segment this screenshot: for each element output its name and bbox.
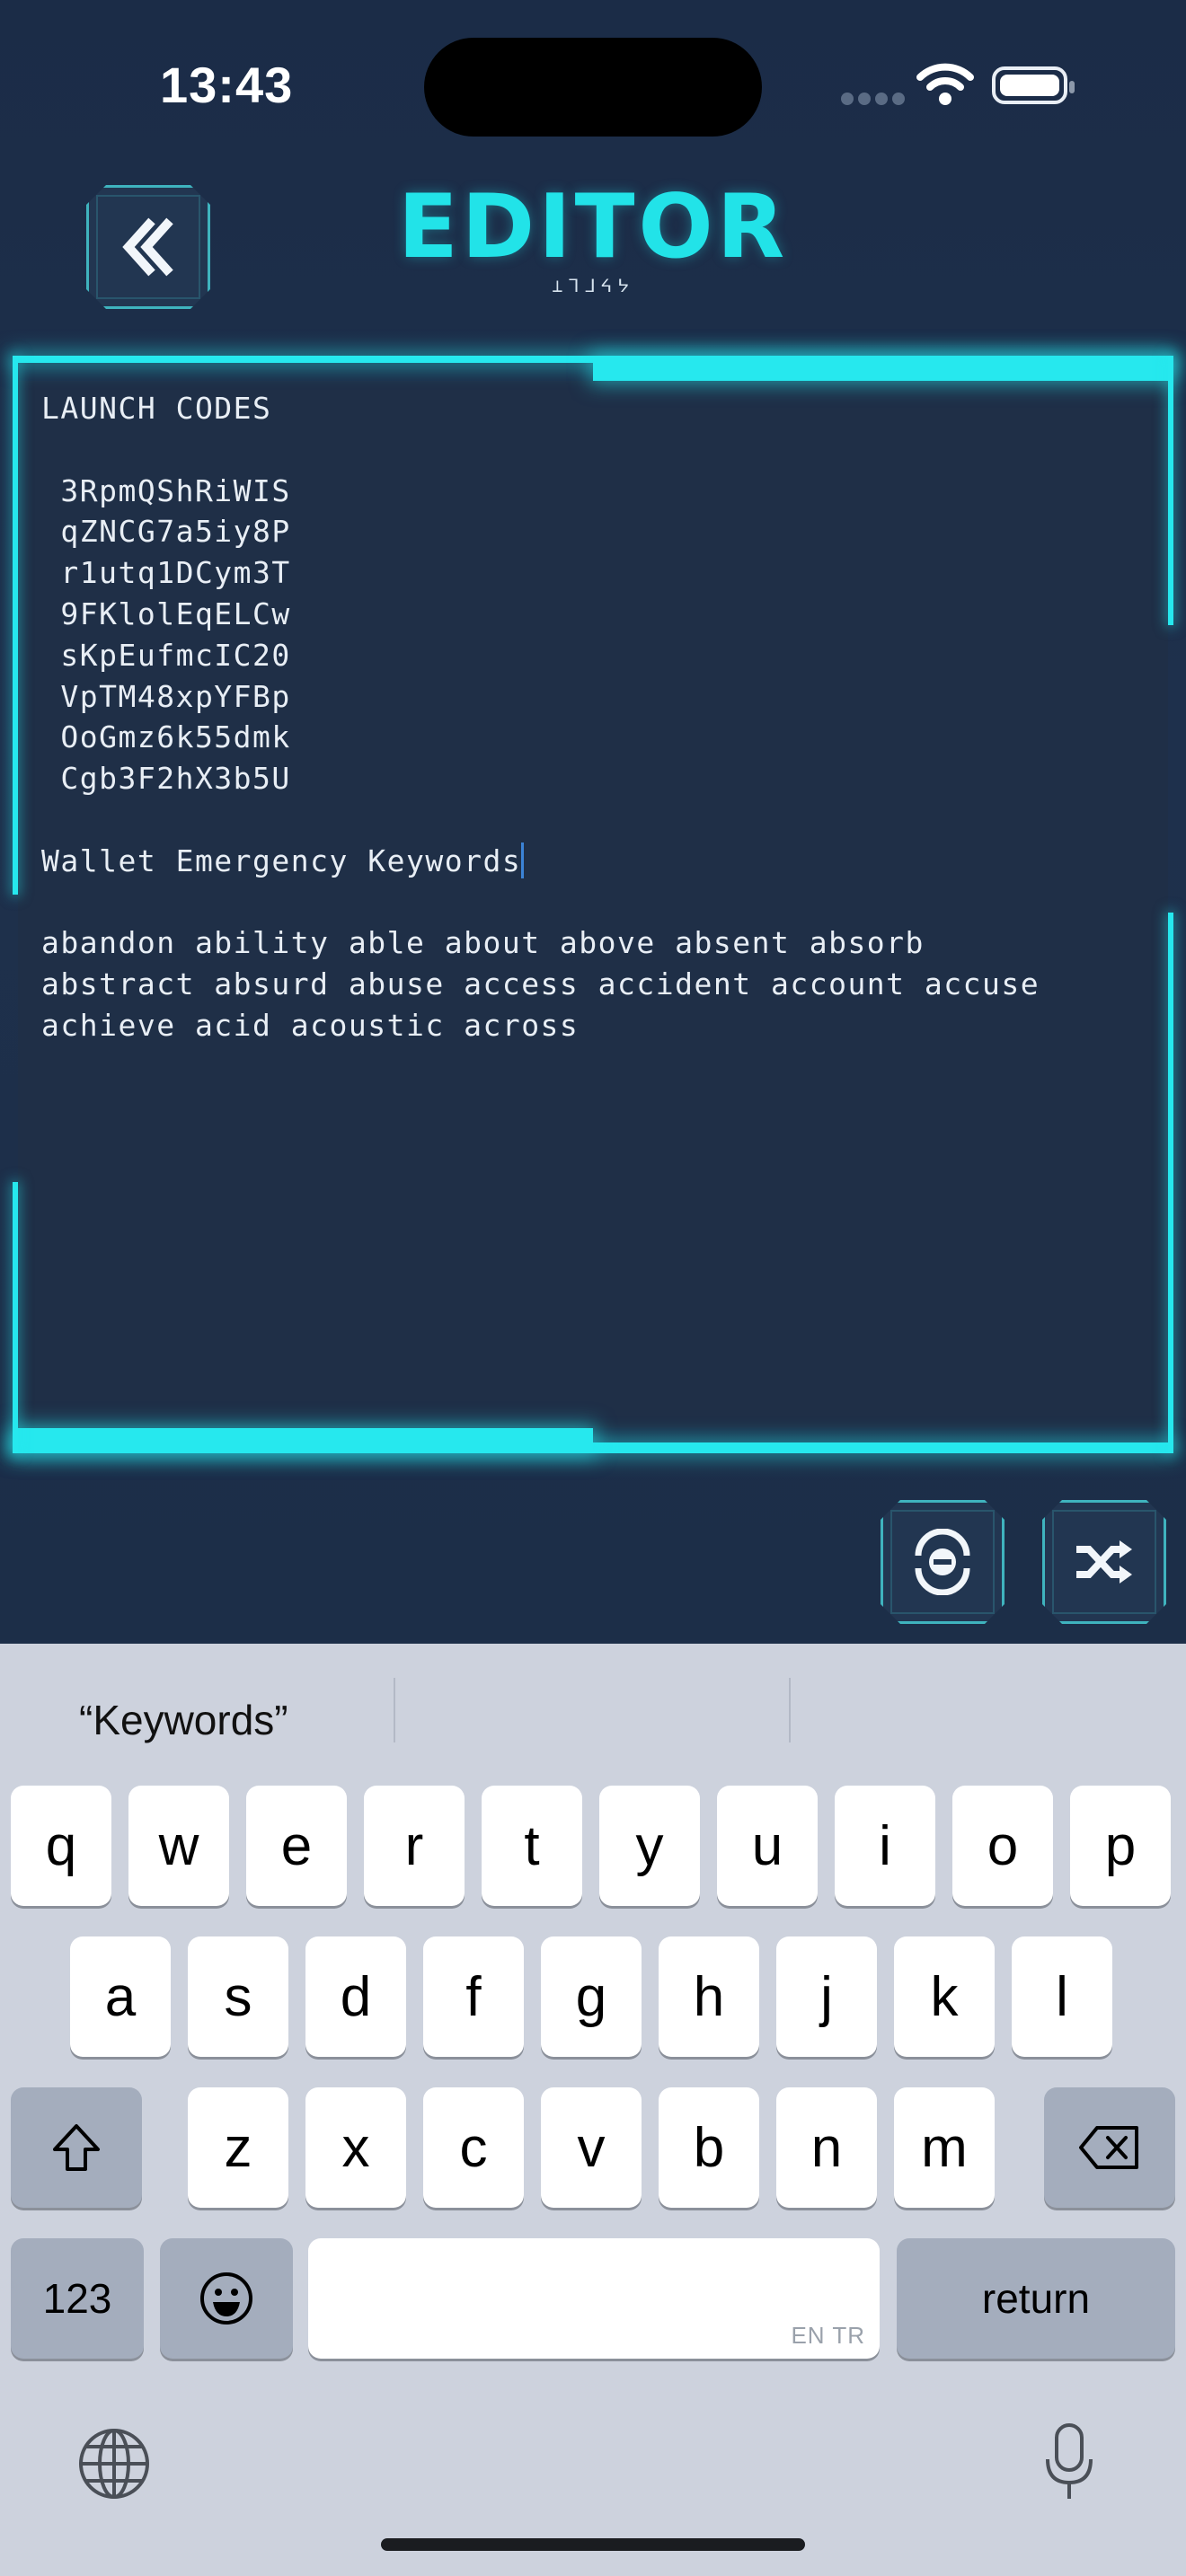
- suggestion-1[interactable]: “Keywords”: [79, 1696, 288, 1744]
- key-k[interactable]: k: [894, 1936, 995, 2057]
- key-o[interactable]: o: [952, 1786, 1053, 1906]
- numbers-key[interactable]: 123: [11, 2238, 144, 2359]
- mask-icon: [909, 1529, 976, 1595]
- key-f[interactable]: f: [423, 1936, 524, 2057]
- key-m[interactable]: m: [894, 2087, 995, 2208]
- key-h[interactable]: h: [659, 1936, 759, 2057]
- backspace-icon: [1079, 2126, 1138, 2169]
- key-l[interactable]: l: [1012, 1936, 1112, 2057]
- shuffle-button[interactable]: [1042, 1500, 1166, 1624]
- globe-icon: [79, 2429, 149, 2499]
- key-a[interactable]: a: [70, 1936, 171, 2057]
- editor-text-after-caret: abandon ability able about above absent …: [41, 925, 1040, 1043]
- emoji-key[interactable]: [160, 2238, 293, 2359]
- mask-button[interactable]: [881, 1500, 1005, 1624]
- page-title: EDITOR: [397, 176, 789, 278]
- status-time: 13:43: [160, 57, 294, 113]
- key-t[interactable]: t: [482, 1786, 582, 1906]
- space-key[interactable]: EN TR: [308, 2238, 880, 2359]
- frame-left-upper: [13, 356, 18, 895]
- key-r[interactable]: r: [364, 1786, 465, 1906]
- key-q[interactable]: q: [11, 1786, 111, 1906]
- shuffle-icon: [1073, 1537, 1136, 1587]
- frame-bottom-accent: [13, 1428, 593, 1453]
- key-s[interactable]: s: [188, 1936, 288, 2057]
- key-e[interactable]: e: [246, 1786, 347, 1906]
- key-y[interactable]: y: [599, 1786, 700, 1906]
- key-j[interactable]: j: [776, 1936, 877, 2057]
- home-indicator[interactable]: [381, 2538, 805, 2551]
- key-z[interactable]: z: [188, 2087, 288, 2208]
- cellular-signal-icon: [841, 92, 909, 109]
- key-d[interactable]: d: [305, 1936, 406, 2057]
- shift-arrow-icon: [53, 2124, 100, 2171]
- editor-text-area[interactable]: LAUNCH CODES 3RpmQShRiWIS qZNCG7a5iy8P r…: [41, 388, 1120, 1046]
- key-g[interactable]: g: [541, 1936, 642, 2057]
- frame-left-lower: [13, 1182, 18, 1453]
- key-b[interactable]: b: [659, 2087, 759, 2208]
- delete-key[interactable]: [1044, 2087, 1175, 2208]
- key-x[interactable]: x: [305, 2087, 406, 2208]
- key-p[interactable]: p: [1070, 1786, 1171, 1906]
- shift-key[interactable]: [11, 2087, 142, 2208]
- space-language-label: EN TR: [791, 2322, 865, 2349]
- editor-text-before-caret: LAUNCH CODES 3RpmQShRiWIS qZNCG7a5iy8P r…: [41, 391, 522, 878]
- microphone-icon: [1046, 2423, 1093, 2499]
- battery-icon: [992, 66, 1075, 104]
- key-i[interactable]: i: [835, 1786, 935, 1906]
- dictation-button[interactable]: [1042, 2422, 1096, 2506]
- frame-right-lower: [1168, 913, 1173, 1453]
- frame-right-upper: [1168, 356, 1173, 625]
- suggestion-divider: [394, 1678, 395, 1742]
- key-n[interactable]: n: [776, 2087, 877, 2208]
- dynamic-island: [424, 38, 762, 137]
- key-v[interactable]: v: [541, 2087, 642, 2208]
- text-caret: [521, 842, 525, 878]
- frame-top-accent: [593, 356, 1173, 381]
- wifi-icon: [916, 63, 974, 110]
- system-keyboard: “Keywords” q w e r t y u i o p a s d f g…: [0, 1644, 1186, 2576]
- key-c[interactable]: c: [423, 2087, 524, 2208]
- emoji-icon: [200, 2272, 252, 2325]
- page-subtitle-glyphs: ⟂ᒣᒧᔦᔭ: [552, 275, 634, 296]
- globe-button[interactable]: [77, 2427, 151, 2504]
- key-u[interactable]: u: [717, 1786, 818, 1906]
- suggestion-divider: [789, 1678, 791, 1742]
- key-w[interactable]: w: [128, 1786, 229, 1906]
- editor-screen: 13:43 EDITOR ⟂ᒣᒧᔦᔭ LAUNCH CODES 3RpmQShR…: [0, 0, 1186, 1644]
- return-key[interactable]: return: [897, 2238, 1175, 2359]
